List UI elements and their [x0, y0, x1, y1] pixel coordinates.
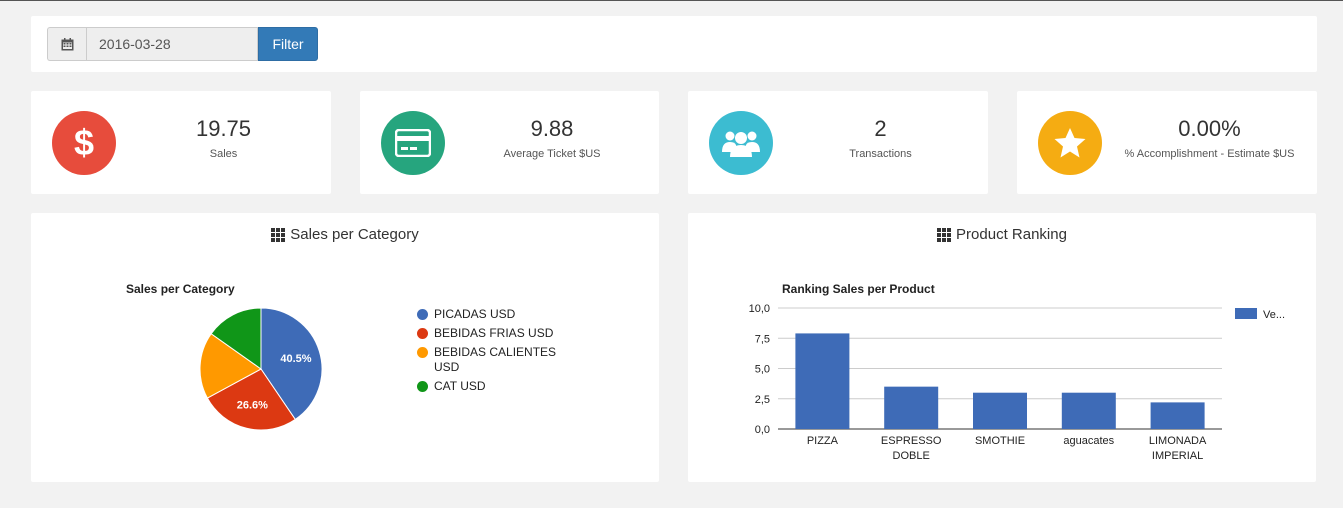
x-tick-label: IMPERIAL	[1152, 450, 1203, 462]
x-tick-label: SMOTHIE	[975, 435, 1025, 447]
pie-chart: 40.5% 26.6%	[199, 307, 323, 431]
y-tick-label: 5,0	[755, 364, 770, 376]
y-tick-label: 2,5	[755, 394, 770, 406]
bar[interactable]	[1061, 392, 1116, 429]
bar-chart: 0,0 2,5 5,0 7,5 10,0 PIZZA ESPRESSO DOBLE SMOTHI…	[749, 303, 1285, 462]
pie-slice-label: 26.6%	[237, 400, 268, 412]
dollar-icon: $	[52, 111, 116, 175]
calendar-icon[interactable]	[47, 27, 86, 61]
bar[interactable]	[795, 333, 850, 429]
average-ticket-value: 9.88	[530, 116, 574, 141]
date-input[interactable]	[86, 27, 258, 61]
accomplishment-card: 0.00% % Accomplishment - Estimate $US	[1017, 91, 1317, 194]
date-filter-group: Filter	[47, 27, 318, 61]
sales-value: 19.75	[195, 116, 252, 141]
y-tick-label: 0,0	[755, 424, 770, 436]
users-icon	[709, 111, 773, 175]
transactions-card: 2 Transactions	[688, 91, 988, 194]
x-tick-label: LIMONADA	[1149, 435, 1207, 447]
pie-legend: PICADAS USD BEBIDAS FRIAS USD BEBIDAS CA…	[417, 307, 564, 398]
star-icon	[1038, 111, 1102, 175]
average-ticket-card: 9.88 Average Ticket $US	[360, 91, 659, 194]
transactions-value: 2	[874, 116, 887, 141]
y-tick-label: 7,5	[755, 333, 770, 345]
legend-label: BEBIDAS FRIAS USD	[434, 326, 554, 340]
x-tick-label: DOBLE	[893, 450, 930, 462]
legend-label[interactable]: Ve...	[1263, 309, 1285, 321]
credit-card-icon	[381, 111, 445, 175]
legend-label: PICADAS USD	[434, 307, 516, 321]
legend-item[interactable]: BEBIDAS CALIENTES USD	[417, 345, 564, 375]
filter-button[interactable]: Filter	[258, 27, 318, 61]
svg-text:$: $	[74, 124, 94, 162]
legend-item[interactable]: BEBIDAS FRIAS USD	[417, 326, 564, 341]
sales-card: $ 19.75 Sales	[31, 91, 331, 194]
average-ticket-label: Average Ticket $US	[503, 148, 601, 160]
legend-swatch	[1235, 308, 1257, 319]
accomplishment-value: 0.00%	[1178, 116, 1241, 141]
legend-swatch	[417, 328, 428, 339]
legend-label: BEBIDAS CALIENTES USD	[434, 345, 557, 374]
legend-item[interactable]: CAT USD	[417, 379, 564, 394]
x-tick-label: ESPRESSO	[881, 435, 942, 447]
transactions-label: Transactions	[849, 148, 912, 160]
legend-item[interactable]: PICADAS USD	[417, 307, 564, 322]
bar[interactable]	[1150, 402, 1205, 429]
legend-swatch	[417, 309, 428, 320]
pie-slice-label: 40.5%	[280, 353, 311, 365]
sales-per-category-panel: Sales per Category Sales per Category 40…	[31, 213, 659, 482]
legend-swatch	[417, 381, 428, 392]
filter-panel: Filter	[31, 16, 1317, 72]
sales-label: Sales	[209, 148, 238, 160]
x-tick-label: PIZZA	[807, 435, 839, 447]
bar[interactable]	[973, 392, 1027, 429]
legend-label: CAT USD	[434, 379, 486, 393]
bar[interactable]	[884, 386, 939, 429]
y-tick-label: 10,0	[749, 303, 770, 315]
legend-swatch	[417, 347, 428, 358]
product-ranking-panel: Product Ranking Ranking Sales per Produc…	[688, 213, 1316, 482]
accomplishment-label: % Accomplishment - Estimate $US	[1124, 148, 1295, 160]
x-tick-label: aguacates	[1063, 435, 1114, 447]
